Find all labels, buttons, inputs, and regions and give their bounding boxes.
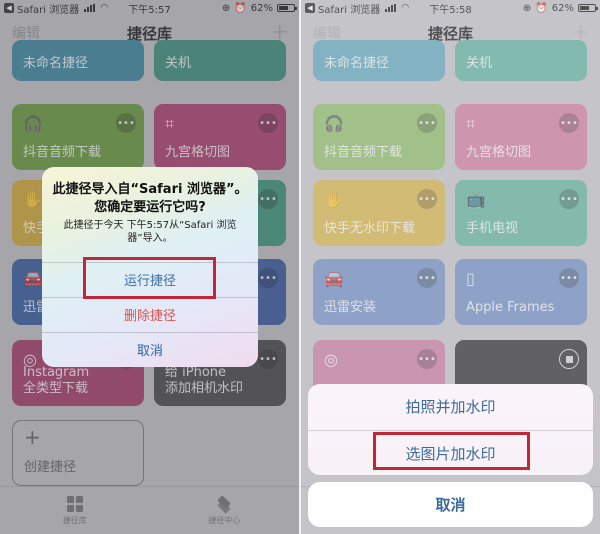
shortcut-label: 创建捷径 <box>24 460 77 475</box>
shortcut-label: 快手无水印下载 <box>324 221 416 236</box>
tab-gallery[interactable]: 捷径中心 <box>150 487 300 534</box>
more-options-icon[interactable]: ••• <box>417 349 437 369</box>
shortcut-label: 给 iPhone 添加相机水印 <box>165 365 244 396</box>
phone-frame-icon: ▯ <box>466 269 475 288</box>
orientation-lock-icon: ⊕ <box>522 2 532 14</box>
alarm-icon: ⏰ <box>535 2 548 14</box>
back-to-app-icon[interactable]: ◀ <box>4 3 14 13</box>
shortcut-card[interactable]: ▯ ••• Apple Frames <box>455 259 587 325</box>
shortcut-card[interactable]: 未命名捷径 <box>313 40 445 81</box>
more-options-icon[interactable]: ••• <box>417 189 437 209</box>
more-options-icon[interactable]: ••• <box>559 189 579 209</box>
more-options-icon[interactable]: ••• <box>559 268 579 288</box>
shortcut-card[interactable]: 关机 <box>154 40 286 81</box>
sheet-cancel-button[interactable]: 取消 <box>308 482 593 527</box>
shortcut-card[interactable]: + 创建捷径 <box>12 420 144 486</box>
shortcut-label: Instagram 全类型下载 <box>23 365 90 396</box>
alert-message: 此捷径于今天 下午5:57从“Safari 浏览器”导入。 <box>63 220 237 244</box>
more-options-icon[interactable]: ••• <box>116 113 136 133</box>
shortcut-label: 九宫格切图 <box>165 145 231 160</box>
shortcut-label: 抖音音频下载 <box>23 145 102 160</box>
more-options-icon[interactable]: ••• <box>559 113 579 133</box>
shortcut-card[interactable]: 未命名捷径 <box>12 40 144 81</box>
battery-percent: 62% <box>250 2 273 14</box>
more-options-icon[interactable]: ••• <box>417 113 437 133</box>
headphones-icon: 🎧 <box>324 114 344 133</box>
more-options-icon[interactable]: ••• <box>258 268 278 288</box>
battery-percent: 62% <box>551 2 574 14</box>
status-time: 下午5:58 <box>429 4 472 16</box>
shortcut-label: 迅雷安装 <box>324 300 377 315</box>
shortcut-label: 九宫格切图 <box>466 145 532 160</box>
wifi-icon: ◠ <box>100 3 109 13</box>
stop-running-icon[interactable] <box>559 349 579 369</box>
more-options-icon[interactable]: ••• <box>258 113 278 133</box>
shortcut-card[interactable]: ⌗ ••• 九宫格切图 <box>455 104 587 170</box>
signal-icon <box>385 4 397 12</box>
shortcut-card[interactable]: 📺 ••• 手机电视 <box>455 180 587 246</box>
tab-label: 捷径库 <box>62 515 87 525</box>
grid-icon <box>66 495 83 512</box>
plus-icon: + <box>24 425 41 449</box>
instagram-icon: ◎ <box>324 350 338 369</box>
battery-icon <box>277 4 297 12</box>
crop-icon: ⌗ <box>165 114 175 133</box>
car-icon: 🚘 <box>23 269 43 288</box>
alert-title: 此捷径导入自“Safari 浏览器”。您确定要运行它吗? <box>52 182 248 215</box>
delete-shortcut-button[interactable]: 删除捷径 <box>42 297 258 331</box>
tab-library[interactable]: 捷径库 <box>0 487 150 534</box>
take-photo-watermark-option[interactable]: 拍照并加水印 <box>308 384 593 429</box>
tab-label: 捷径中心 <box>208 515 241 525</box>
layers-icon <box>216 494 232 514</box>
tv-icon: 📺 <box>466 190 486 209</box>
battery-icon <box>578 4 598 12</box>
status-bar: ◀ Safari 浏览器 ◠ 下午5:58 ⊕ ⏰ 62% <box>301 0 600 16</box>
status-time: 下午5:57 <box>128 4 171 16</box>
more-options-icon[interactable]: ••• <box>258 189 278 209</box>
status-bar: ◀ Safari 浏览器 ◠ 下午5:57 ⊕ ⏰ 62% <box>0 0 299 16</box>
wifi-icon: ◠ <box>401 3 410 13</box>
shortcut-card[interactable]: 关机 <box>455 40 587 81</box>
shortcut-label: 未命名捷径 <box>324 56 390 71</box>
tab-bar: 捷径库 捷径中心 <box>0 486 299 534</box>
shortcut-card[interactable]: 🚘 ••• 迅雷安装 <box>313 259 445 325</box>
shortcut-card[interactable]: ⌗ ••• 九宫格切图 <box>154 104 286 170</box>
back-to-app-icon[interactable]: ◀ <box>305 3 315 13</box>
shortcut-label: 关机 <box>165 56 192 71</box>
back-app-label[interactable]: Safari 浏览器 <box>318 1 380 16</box>
highlight-box-run-shortcut <box>83 257 216 299</box>
orientation-lock-icon: ⊕ <box>221 2 231 14</box>
shortcut-label: 抖音音频下载 <box>324 145 403 160</box>
shortcut-card[interactable]: 🎧 ••• 抖音音频下载 <box>313 104 445 170</box>
crop-icon: ⌗ <box>466 114 476 133</box>
signal-icon <box>84 4 96 12</box>
more-options-icon[interactable]: ••• <box>258 349 278 369</box>
shortcut-label: Apple Frames <box>466 300 555 315</box>
highlight-box-choose-photo <box>373 432 530 470</box>
back-app-label[interactable]: Safari 浏览器 <box>17 1 79 16</box>
shortcut-label: 手机电视 <box>466 221 519 236</box>
shortcut-label: 未命名捷径 <box>23 56 89 71</box>
hand-icon: ✋ <box>23 190 43 209</box>
headphones-icon: 🎧 <box>23 114 43 133</box>
shortcut-card[interactable]: ✋ •••快手无水印下载 <box>313 180 445 246</box>
shortcut-label: 关机 <box>466 56 493 71</box>
more-options-icon[interactable]: ••• <box>417 268 437 288</box>
alarm-icon: ⏰ <box>234 2 247 14</box>
car-icon: 🚘 <box>324 269 344 288</box>
hand-icon: ✋ <box>324 190 344 209</box>
shortcut-card[interactable]: 🎧 ••• 抖音音频下载 <box>12 104 144 170</box>
cancel-button[interactable]: 取消 <box>42 332 258 366</box>
